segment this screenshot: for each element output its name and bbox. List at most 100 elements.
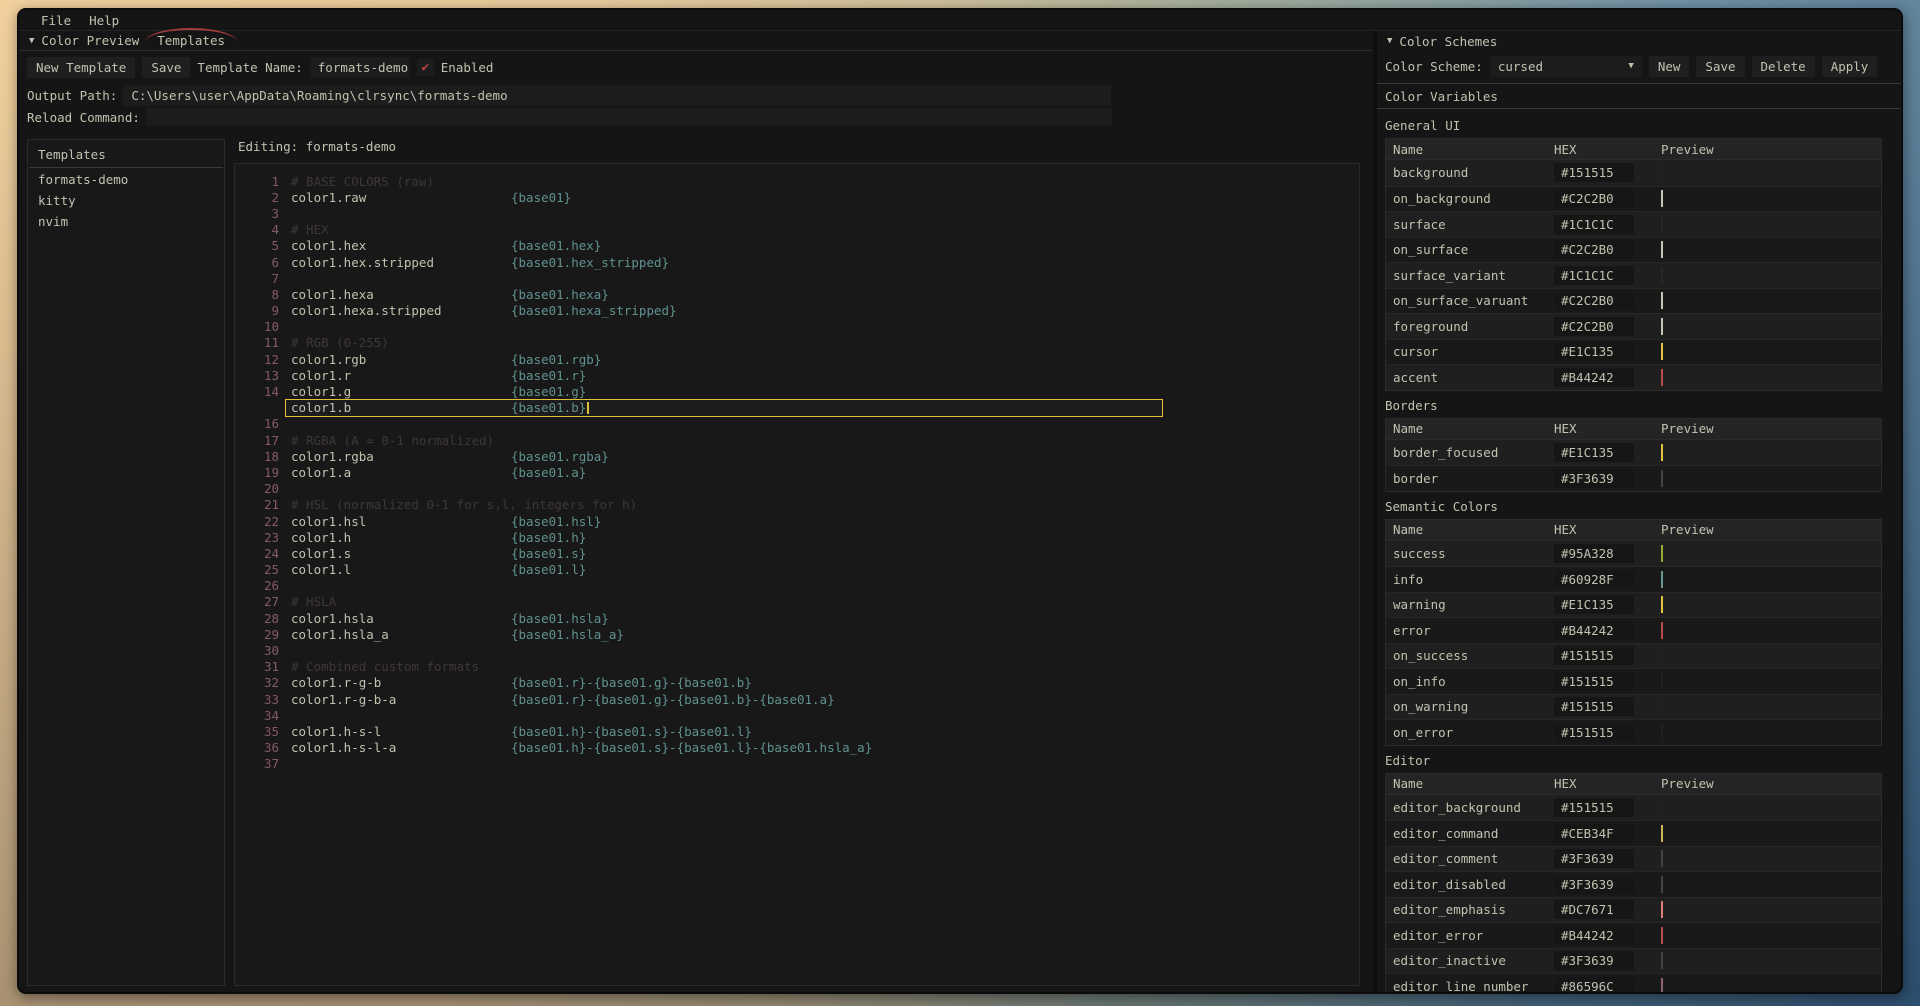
- template-name-input[interactable]: formats-demo: [310, 57, 410, 78]
- editor-line[interactable]: 34: [235, 707, 1359, 723]
- editor-line[interactable]: 7: [235, 270, 1359, 286]
- hex-input[interactable]: #3F3639: [1554, 469, 1634, 488]
- hex-input[interactable]: #151515: [1554, 697, 1634, 716]
- scheme-action-button[interactable]: Delete: [1752, 56, 1815, 77]
- color-swatch[interactable]: [1661, 470, 1663, 487]
- color-swatch[interactable]: [1661, 952, 1663, 969]
- hex-input[interactable]: #B44242: [1554, 926, 1634, 945]
- collapse-icon[interactable]: ▼: [1387, 36, 1392, 46]
- color-swatch[interactable]: [1661, 596, 1663, 613]
- color-swatch[interactable]: [1661, 190, 1663, 207]
- color-swatch[interactable]: [1661, 927, 1663, 944]
- template-list-item[interactable]: nvim: [28, 210, 224, 231]
- editor-line[interactable]: 30: [235, 642, 1359, 658]
- save-template-button[interactable]: Save: [142, 57, 190, 78]
- editor-line[interactable]: 28 color1.hsla {base01.hsla}: [235, 610, 1359, 626]
- hex-input[interactable]: #DC7671: [1554, 900, 1634, 919]
- hex-input[interactable]: #151515: [1554, 646, 1634, 665]
- editor-line[interactable]: 3: [235, 205, 1359, 221]
- editor-line[interactable]: 36 color1.h-s-l-a {base01.h}-{base01.s}-…: [235, 740, 1359, 756]
- hex-input[interactable]: #CEB34F: [1554, 824, 1634, 843]
- color-swatch[interactable]: [1661, 318, 1663, 335]
- editor-line[interactable]: 20: [235, 481, 1359, 497]
- template-editor[interactable]: 1 # BASE COLORS (raw) 2 color1.raw {base…: [234, 163, 1360, 986]
- hex-input[interactable]: #E1C135: [1554, 595, 1634, 614]
- editor-line[interactable]: 8 color1.hexa {base01.hexa}: [235, 286, 1359, 302]
- editor-line[interactable]: 6 color1.hex.stripped {base01.hex_stripp…: [235, 254, 1359, 270]
- color-swatch[interactable]: [1661, 267, 1663, 284]
- editor-line[interactable]: 12 color1.rgb {base01.rgb}: [235, 351, 1359, 367]
- editor-line[interactable]: 10: [235, 319, 1359, 335]
- scheme-action-button[interactable]: Apply: [1822, 56, 1878, 77]
- hex-input[interactable]: #C2C2B0: [1554, 189, 1634, 208]
- editor-line[interactable]: 14 color1.g {base01.g}: [235, 383, 1359, 399]
- hex-input[interactable]: #3F3639: [1554, 849, 1634, 868]
- scheme-action-button[interactable]: New: [1649, 56, 1690, 77]
- hex-input[interactable]: #151515: [1554, 723, 1634, 742]
- color-swatch[interactable]: [1661, 343, 1663, 360]
- hex-input[interactable]: #95A328: [1554, 544, 1634, 563]
- editor-line[interactable]: 23 color1.h {base01.h}: [235, 529, 1359, 545]
- new-template-button[interactable]: New Template: [27, 57, 135, 78]
- tab-templates[interactable]: Templates: [153, 32, 229, 49]
- hex-input[interactable]: #3F3639: [1554, 951, 1634, 970]
- hex-input[interactable]: #1C1C1C: [1554, 266, 1634, 285]
- color-swatch[interactable]: [1661, 724, 1663, 741]
- editor-line[interactable]: 26: [235, 578, 1359, 594]
- editor-line[interactable]: 29 color1.hsla_a {base01.hsla_a}: [235, 626, 1359, 642]
- template-list-item[interactable]: kitty: [28, 189, 224, 210]
- hex-input[interactable]: #151515: [1554, 798, 1634, 817]
- hex-input[interactable]: #60928F: [1554, 570, 1634, 589]
- color-swatch[interactable]: [1661, 901, 1663, 918]
- color-swatch[interactable]: [1661, 444, 1663, 461]
- color-swatch[interactable]: [1661, 850, 1663, 867]
- color-swatch[interactable]: [1661, 369, 1663, 386]
- color-swatch[interactable]: [1661, 647, 1663, 664]
- hex-input[interactable]: #151515: [1554, 163, 1634, 182]
- editor-line[interactable]: 11 # RGB (0-255): [235, 335, 1359, 351]
- scheme-combo[interactable]: cursed ▼: [1490, 56, 1642, 77]
- editor-line[interactable]: 31 # Combined custom formats: [235, 659, 1359, 675]
- menu-item[interactable]: File: [32, 11, 80, 30]
- color-swatch[interactable]: [1661, 876, 1663, 893]
- color-swatch[interactable]: [1661, 799, 1663, 816]
- editor-line[interactable]: 13 color1.r {base01.r}: [235, 367, 1359, 383]
- collapse-icon[interactable]: ▼: [29, 36, 34, 46]
- color-swatch[interactable]: [1661, 825, 1663, 842]
- hex-input[interactable]: #151515: [1554, 672, 1634, 691]
- editor-line[interactable]: 19 color1.a {base01.a}: [235, 464, 1359, 480]
- color-swatch[interactable]: [1661, 622, 1663, 639]
- editor-line[interactable]: 27 # HSLA: [235, 594, 1359, 610]
- editor-line[interactable]: 21 # HSL (normalized 0-1 for s,l, intege…: [235, 497, 1359, 513]
- editor-line[interactable]: 18 color1.rgba {base01.rgba}: [235, 448, 1359, 464]
- editor-line[interactable]: 2 color1.raw {base01}: [235, 189, 1359, 205]
- editor-line[interactable]: 17 # RGBA (A = 0-1 normalized): [235, 432, 1359, 448]
- color-swatch[interactable]: [1661, 241, 1663, 258]
- editor-line[interactable]: 33 color1.r-g-b-a {base01.r}-{base01.g}-…: [235, 691, 1359, 707]
- editor-line[interactable]: 24 color1.s {base01.s}: [235, 545, 1359, 561]
- hex-input[interactable]: #E1C135: [1554, 443, 1634, 462]
- editor-line[interactable]: 1 # BASE COLORS (raw): [235, 173, 1359, 189]
- editor-line[interactable]: 32 color1.r-g-b {base01.r}-{base01.g}-{b…: [235, 675, 1359, 691]
- reload-command-input[interactable]: [146, 108, 1112, 126]
- scheme-action-button[interactable]: Save: [1696, 56, 1744, 77]
- hex-input[interactable]: #C2C2B0: [1554, 317, 1634, 336]
- editor-line[interactable]: 35 color1.h-s-l {base01.h}-{base01.s}-{b…: [235, 723, 1359, 739]
- hex-input[interactable]: #C2C2B0: [1554, 240, 1634, 259]
- editor-line[interactable]: 16: [235, 416, 1359, 432]
- hex-input[interactable]: #C2C2B0: [1554, 291, 1634, 310]
- output-path-input[interactable]: C:\Users\user\AppData\Roaming\clrsync\fo…: [123, 85, 1111, 106]
- hex-input[interactable]: #E1C135: [1554, 342, 1634, 361]
- hex-input[interactable]: #3F3639: [1554, 875, 1634, 894]
- hex-input[interactable]: #B44242: [1554, 368, 1634, 387]
- template-list-item[interactable]: formats-demo: [28, 168, 224, 189]
- editor-line[interactable]: 4 # HEX: [235, 222, 1359, 238]
- editor-line[interactable]: 9 color1.hexa.stripped {base01.hexa_stri…: [235, 303, 1359, 319]
- editor-line[interactable]: color1.b {base01.b}: [235, 400, 1359, 416]
- hex-input[interactable]: #86596C: [1554, 977, 1634, 992]
- editor-line[interactable]: 22 color1.hsl {base01.hsl}: [235, 513, 1359, 529]
- enabled-checkbox[interactable]: ✔: [417, 59, 434, 76]
- color-swatch[interactable]: [1661, 164, 1663, 181]
- color-swatch[interactable]: [1661, 571, 1663, 588]
- editor-line[interactable]: 25 color1.l {base01.l}: [235, 562, 1359, 578]
